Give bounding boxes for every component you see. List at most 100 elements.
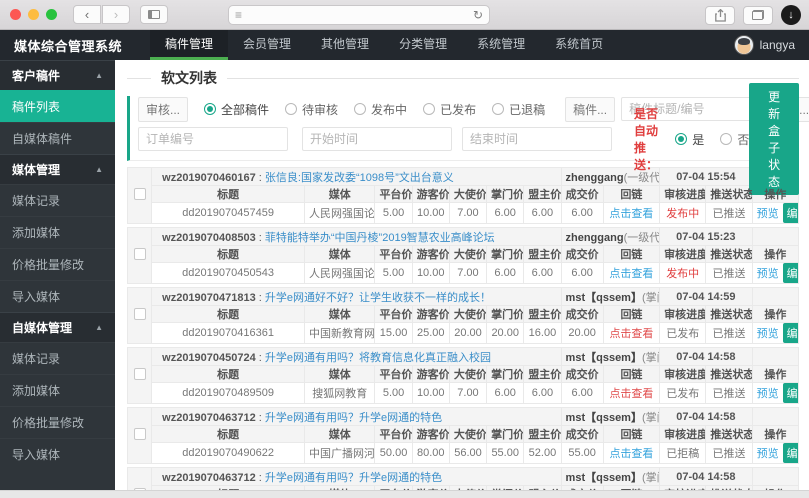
preview-link[interactable]: 预览 <box>757 388 779 400</box>
timestamp: 07-04 15:54 <box>659 167 753 186</box>
menu-item[interactable]: 会员管理 <box>228 30 306 60</box>
share-icon <box>714 8 726 22</box>
zoom-window-icon[interactable] <box>46 9 57 20</box>
reader-mode-icon[interactable]: ≡ <box>235 8 242 22</box>
sidebar-item[interactable]: 稿件列表 <box>0 90 115 122</box>
back-button[interactable]: ‹ <box>73 5 101 24</box>
agent-info: mst【qssem】(掌门价格) <box>560 467 661 486</box>
agent-info: zhenggang(一级代理商) <box>560 227 661 246</box>
article-title-link[interactable]: 升学e网通有用吗？升学e网通的特色 <box>265 472 442 484</box>
column-header-row: 标题 媒体 平台价 游客价 大使价 掌门价 盟主价 成交价 回链 审核进度 推送… <box>128 425 800 443</box>
deal-price: 6.00 <box>560 262 604 284</box>
preview-link[interactable]: 预览 <box>757 208 779 220</box>
collapse-arrow-icon: ▲ <box>95 165 103 174</box>
review-status: 发布中 <box>666 208 700 220</box>
sidebar-section-selfmedia-management[interactable]: 自媒体管理 ▲ <box>0 312 115 342</box>
row-checkbox[interactable] <box>133 308 146 320</box>
review-status: 发布中 <box>666 268 700 280</box>
edit-button[interactable]: 编辑 <box>782 443 798 463</box>
row-checkbox[interactable] <box>133 248 146 260</box>
edit-button[interactable]: 编辑 <box>782 203 798 223</box>
address-bar[interactable]: ≡ ↻ <box>228 5 490 25</box>
order-id: wz2019070463712 <box>162 471 256 484</box>
menu-item[interactable]: 其他管理 <box>306 30 384 60</box>
share-button[interactable] <box>705 5 735 25</box>
sidebar-item[interactable]: 价格批量修改 <box>0 406 115 438</box>
main-content: 软文列表 审核... 全部稿件 待审核 发布中 已发布 已退稿 稿件... 稿件… <box>115 60 809 490</box>
menu-item[interactable]: 系统管理 <box>462 30 540 60</box>
sidebar: 客户稿件 ▲ 稿件列表 自媒体稿件 媒体管理 ▲ 媒体记录 添加媒体 价格批量修… <box>0 60 115 490</box>
timestamp: 07-04 14:58 <box>659 347 753 366</box>
start-time-input[interactable] <box>302 127 452 151</box>
backlink-view-link[interactable]: 点击查看 <box>609 208 653 220</box>
auto-push-radio[interactable]: 是 <box>675 131 704 148</box>
sidebar-item[interactable]: 自媒体稿件 <box>0 122 115 154</box>
ambassador-price: 7.00 <box>448 382 488 404</box>
auto-push-radio[interactable]: 否 <box>720 131 749 148</box>
deal-price: 20.00 <box>560 322 604 344</box>
edit-button[interactable]: 编辑 <box>782 263 798 283</box>
leader-price: 52.00 <box>523 442 562 464</box>
guest-price: 10.00 <box>411 262 450 284</box>
tabs-icon <box>752 10 764 20</box>
status-radio[interactable]: 待审核 <box>285 101 338 118</box>
status-radio[interactable]: 已退稿 <box>492 101 545 118</box>
sidebar-item[interactable]: 价格批量修改 <box>0 248 115 280</box>
backlink-view-link[interactable]: 点击查看 <box>609 328 653 340</box>
article-group: wz2019070463712 : 升学e网通有用吗？升学e网通的特色 mst【… <box>126 407 800 464</box>
platform-price: 50.00 <box>374 442 413 464</box>
backlink-view-link[interactable]: 点击查看 <box>609 268 653 280</box>
status-radio[interactable]: 已发布 <box>423 101 476 118</box>
row-checkbox[interactable] <box>133 488 146 490</box>
item-id: dd2019070450543 <box>151 262 305 284</box>
article-group: wz2019070460167 : 张信良:国家发改委“1098号”文出台意义 … <box>126 167 800 224</box>
sidebar-item[interactable]: 添加媒体 <box>0 374 115 406</box>
order-number-input[interactable] <box>138 127 288 151</box>
article-title-link[interactable]: 升学e网通有用吗？升学e网通的特色 <box>265 412 442 424</box>
minimize-window-icon[interactable] <box>28 9 39 20</box>
backlink-view-link[interactable]: 点击查看 <box>609 388 653 400</box>
sidebar-section-media-management[interactable]: 媒体管理 ▲ <box>0 154 115 184</box>
sidebar-item[interactable]: 媒体记录 <box>0 184 115 216</box>
edit-button[interactable]: 编辑 <box>782 383 798 403</box>
menu-item[interactable]: 稿件管理 <box>150 30 229 60</box>
article-title-link[interactable]: 升学e网通好不好？让学生收获不一样的成长！ <box>265 292 491 304</box>
preview-link[interactable]: 预览 <box>757 448 779 460</box>
platform-price: 15.00 <box>374 322 413 344</box>
close-window-icon[interactable] <box>10 9 21 20</box>
review-status-label: 审核... <box>138 96 189 122</box>
table-row: dd2019070450543 人民网强国论坛 5.00 10.00 7.00 … <box>128 262 800 284</box>
status-radio[interactable]: 发布中 <box>354 101 407 118</box>
edit-button[interactable]: 编辑 <box>782 323 798 343</box>
sidebar-item[interactable]: 导入媒体 <box>0 438 115 470</box>
user-menu[interactable]: langya <box>733 30 809 60</box>
menu-item[interactable]: 分类管理 <box>384 30 462 60</box>
sidebar-item[interactable]: 导入媒体 <box>0 280 115 312</box>
table-row: dd2019070457459 人民网强国论坛 5.00 10.00 7.00 … <box>128 202 800 224</box>
backlink-view-link[interactable]: 点击查看 <box>609 448 653 460</box>
row-checkbox[interactable] <box>133 368 146 380</box>
row-checkbox[interactable] <box>133 428 146 440</box>
preview-link[interactable]: 预览 <box>757 328 779 340</box>
master-price: 55.00 <box>486 442 525 464</box>
end-time-input[interactable] <box>462 127 612 151</box>
preview-link[interactable]: 预览 <box>757 268 779 280</box>
update-box-status-button[interactable]: 更新盒子状态 <box>749 83 799 195</box>
tab-overview-button[interactable] <box>743 5 773 25</box>
table-row: dd2019070490622 中国广播网河南 50.00 80.00 56.0… <box>128 442 800 464</box>
sidebar-section-customer-articles[interactable]: 客户稿件 ▲ <box>0 60 115 90</box>
status-radio[interactable]: 全部稿件 <box>204 101 269 118</box>
forward-button[interactable]: › <box>102 5 130 24</box>
sidebar-item[interactable]: 媒体记录 <box>0 342 115 374</box>
downloads-button[interactable]: ↓ <box>781 5 801 25</box>
article-title-link[interactable]: 升学e网通有用吗？将教育信息化真正融入校园 <box>265 352 491 364</box>
sidebar-toggle-button[interactable] <box>140 5 168 24</box>
menu-item[interactable]: 系统首页 <box>540 30 618 60</box>
article-title-link[interactable]: 张信良:国家发改委“1098号”文出台意义 <box>265 172 454 184</box>
sidebar-item[interactable]: 添加媒体 <box>0 216 115 248</box>
reload-icon[interactable]: ↻ <box>473 8 483 22</box>
group-title-row: wz2019070463712 : 升学e网通有用吗？升学e网通的特色 mst【… <box>126 467 800 490</box>
article-title-link[interactable]: 菲特能特举办“中国丹棱”2019智慧农业高峰论坛 <box>265 232 495 244</box>
radio-icon <box>675 133 688 145</box>
row-checkbox[interactable] <box>133 188 146 200</box>
